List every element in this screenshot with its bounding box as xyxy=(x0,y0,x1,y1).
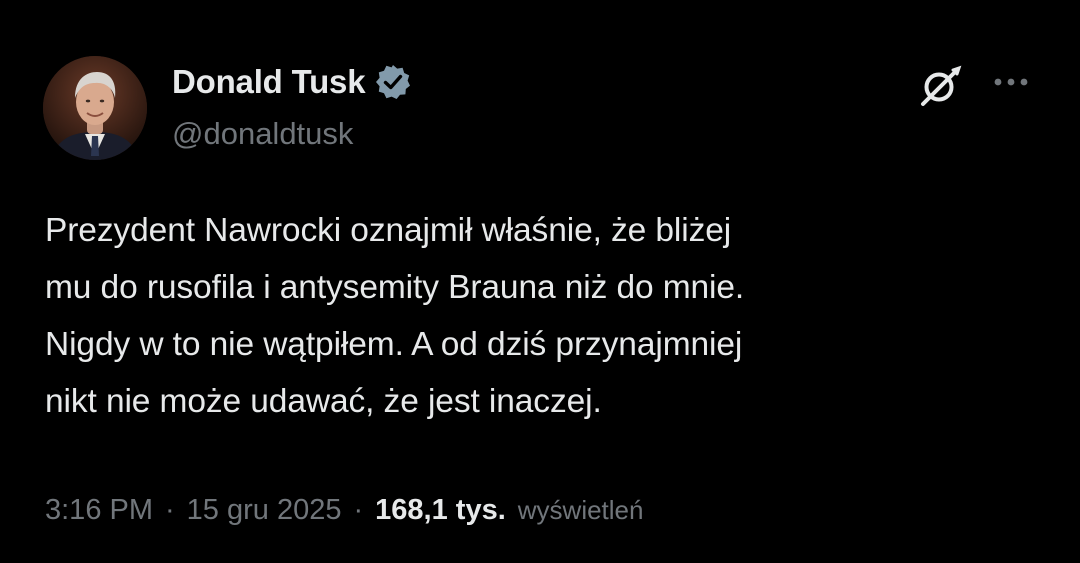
views-count[interactable]: 168,1 tys. xyxy=(375,494,506,527)
tweet-date[interactable]: 15 gru 2025 xyxy=(187,494,342,527)
views-label[interactable]: wyświetleń xyxy=(518,495,644,526)
tweet-text: Prezydent Nawrocki oznajmił właśnie, że … xyxy=(45,212,745,420)
verified-badge-icon[interactable] xyxy=(373,62,413,102)
meta-separator: · xyxy=(353,494,364,526)
avatar[interactable] xyxy=(43,56,147,160)
author-name-row: Donald Tusk xyxy=(172,62,413,102)
display-name[interactable]: Donald Tusk xyxy=(172,63,366,101)
grok-icon[interactable] xyxy=(917,62,965,110)
tweet-time[interactable]: 3:16 PM xyxy=(45,494,153,527)
tweet-card: Donald Tusk @donaldtusk Prezydent Nawroc… xyxy=(0,0,1080,563)
avatar-image xyxy=(43,56,147,160)
more-options-icon[interactable] xyxy=(990,70,1032,94)
meta-separator: · xyxy=(165,494,175,526)
tweet-meta: 3:16 PM · 15 gru 2025 · 168,1 tys. wyświ… xyxy=(45,494,643,527)
author-block: Donald Tusk @donaldtusk xyxy=(172,62,413,152)
author-handle[interactable]: @donaldtusk xyxy=(172,116,413,152)
